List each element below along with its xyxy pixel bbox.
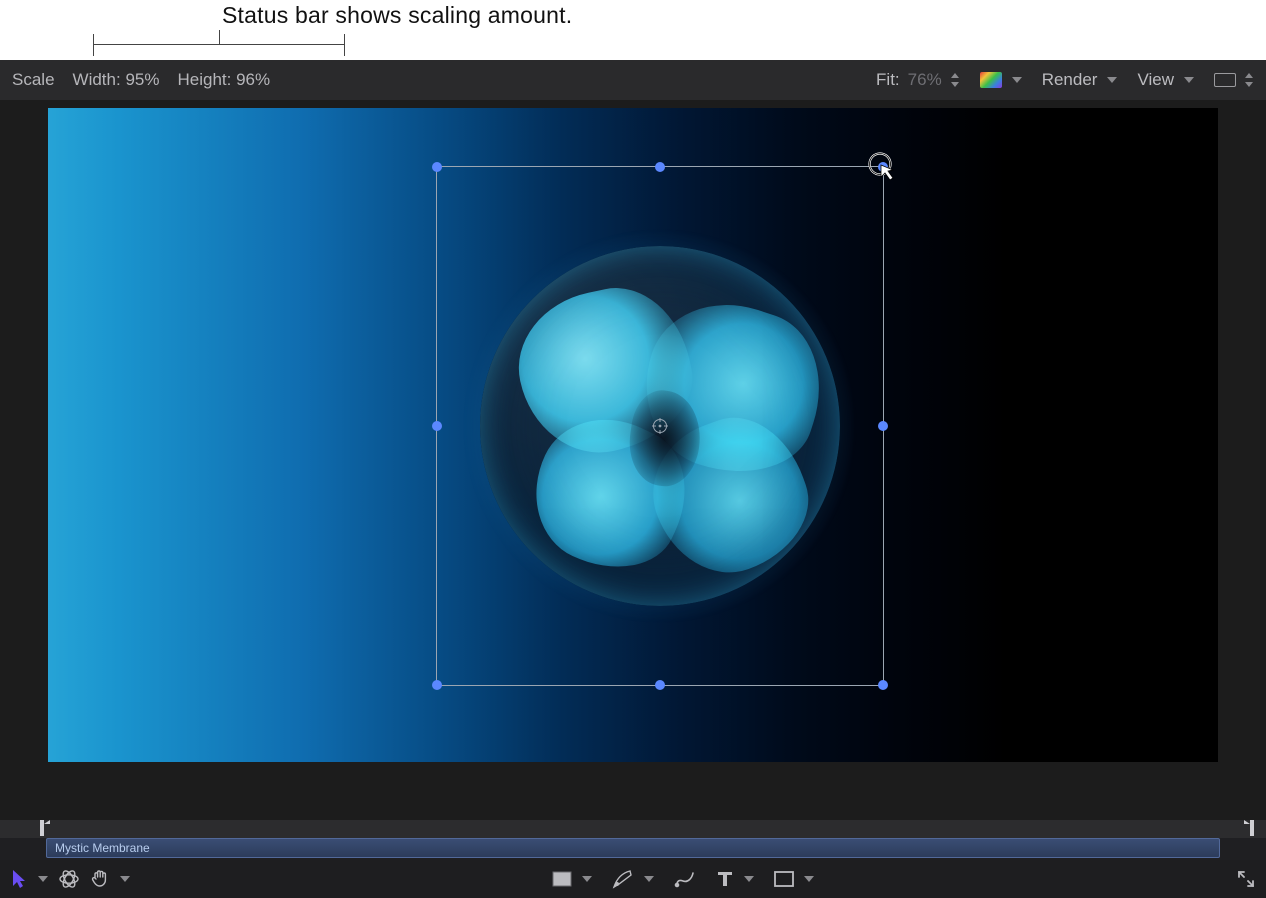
scale-handle-mid-right[interactable] (878, 421, 888, 431)
shape-tool-popup[interactable] (774, 871, 814, 887)
status-width-value: 95% (125, 70, 159, 89)
status-width: Width: 95% (73, 70, 160, 90)
zoom-fit-label: Fit: (876, 70, 900, 90)
anchor-point-icon[interactable] (651, 417, 669, 435)
mini-timeline-clip-name: Mystic Membrane (55, 841, 150, 855)
canvas[interactable] (48, 108, 1218, 762)
scale-handle-bottom-left[interactable] (432, 680, 442, 690)
chevron-down-icon (120, 876, 130, 882)
chevron-down-icon (644, 876, 654, 882)
out-point-marker-icon[interactable] (1244, 820, 1256, 839)
stepper-icon (1244, 73, 1254, 87)
chevron-down-icon (582, 876, 592, 882)
annotation-callout: Status bar shows scaling amount. (0, 0, 1266, 60)
mini-timeline[interactable]: Mystic Membrane (0, 838, 1266, 860)
viewer-options-bar: Scale Width: 95% Height: 96% Fit: 76% Re… (0, 60, 1266, 100)
zoom-fit-popup[interactable]: Fit: 76% (876, 70, 960, 90)
render-label: Render (1042, 70, 1098, 90)
color-well-icon (980, 72, 1002, 88)
hand-tool-popup[interactable] (90, 869, 130, 889)
canvas-toolbar (0, 860, 1266, 898)
3d-transform-tool[interactable] (58, 868, 80, 890)
status-width-label: Width: (73, 70, 121, 89)
viewer (0, 100, 1266, 820)
zoom-fit-value: 76% (908, 70, 942, 90)
chevron-down-icon (1184, 77, 1194, 83)
scale-handle-bottom-right[interactable] (878, 680, 888, 690)
status-bar-readout: Scale Width: 95% Height: 96% (12, 70, 270, 90)
scale-handle-mid-left[interactable] (432, 421, 442, 431)
aspect-ratio-popup[interactable] (1214, 73, 1254, 87)
annotation-bracket-right-tick (344, 34, 345, 56)
paint-stroke-tool[interactable] (674, 869, 696, 889)
stepper-icon (950, 73, 960, 87)
status-height-value: 96% (236, 70, 270, 89)
annotation-text: Status bar shows scaling amount. (222, 2, 572, 29)
app-window: Scale Width: 95% Height: 96% Fit: 76% Re… (0, 60, 1266, 870)
fullscreen-button[interactable] (1236, 869, 1256, 889)
scale-handle-top-right[interactable] (878, 162, 888, 172)
status-tool-name: Scale (12, 70, 55, 90)
select-tool-popup[interactable] (10, 869, 48, 889)
chevron-down-icon (1012, 77, 1022, 83)
render-popup[interactable]: Render (1042, 70, 1118, 90)
chevron-down-icon (1107, 77, 1117, 83)
mini-timeline-clip[interactable]: Mystic Membrane (46, 838, 1220, 858)
annotation-bracket-stem (219, 30, 220, 44)
status-height: Height: 96% (177, 70, 270, 90)
scale-handle-bottom-center[interactable] (655, 680, 665, 690)
in-point-marker-icon[interactable] (38, 820, 50, 839)
text-tool-popup[interactable] (716, 870, 754, 888)
mini-timeline-ruler[interactable] (0, 820, 1266, 838)
pen-tool-popup[interactable] (612, 869, 654, 889)
chevron-down-icon (744, 876, 754, 882)
view-label: View (1137, 70, 1174, 90)
color-channels-popup[interactable] (980, 72, 1022, 88)
chevron-down-icon (804, 876, 814, 882)
scale-handle-top-left[interactable] (432, 162, 442, 172)
annotation-bracket-bar (93, 44, 344, 45)
scale-handle-top-center[interactable] (655, 162, 665, 172)
annotation-bracket-left-tick (93, 34, 94, 56)
chevron-down-icon (38, 876, 48, 882)
rectangle-mask-tool-popup[interactable] (552, 871, 592, 887)
transform-bounding-box[interactable] (436, 166, 884, 686)
view-popup[interactable]: View (1137, 70, 1194, 90)
status-height-label: Height: (177, 70, 231, 89)
aspect-ratio-icon (1214, 73, 1236, 87)
